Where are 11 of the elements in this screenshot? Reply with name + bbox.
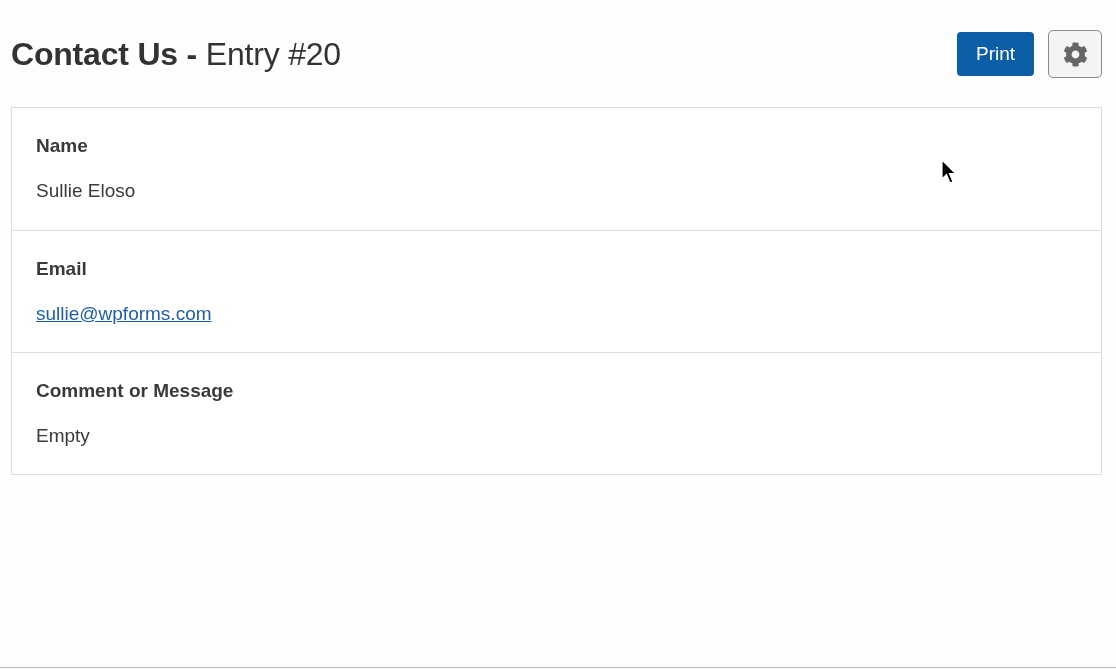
print-button[interactable]: Print [957,32,1034,76]
field-label: Name [36,134,88,158]
settings-button[interactable] [1048,30,1102,78]
page-title: Contact Us - Entry #20 [11,35,341,73]
field-value: Sullie Eloso [36,179,136,203]
field-value: Empty [36,424,90,448]
settings-icon [1062,41,1088,67]
field-label: Email [36,257,87,281]
mouse-cursor-icon [941,159,957,186]
field-label: Comment or Message [36,379,234,403]
email-link[interactable]: sullie@wpforms.com [36,302,212,326]
